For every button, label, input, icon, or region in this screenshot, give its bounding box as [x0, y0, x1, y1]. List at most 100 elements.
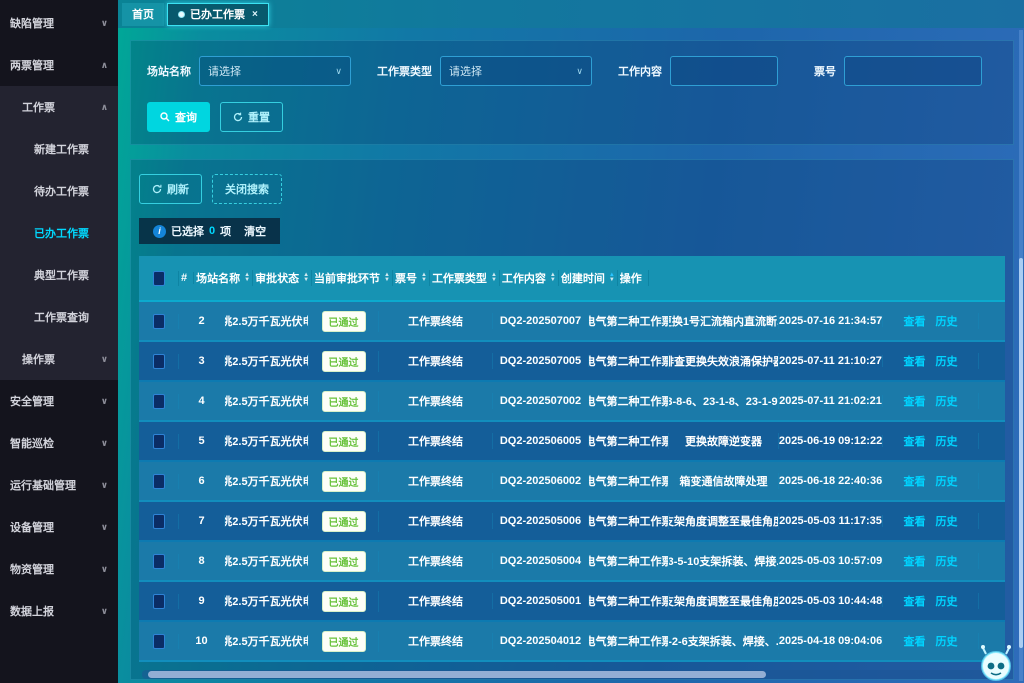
- history-link[interactable]: 历史: [936, 513, 958, 529]
- column-header[interactable]: #: [179, 272, 194, 284]
- row-actions: 查看 历史: [883, 633, 979, 649]
- sidebar-item[interactable]: 物资管理: [0, 548, 118, 590]
- vertical-scrollbar-thumb[interactable]: [1019, 258, 1023, 649]
- sidebar-item[interactable]: 已办工作票: [0, 212, 118, 254]
- row-checkbox[interactable]: [153, 314, 165, 329]
- column-header[interactable]: 审批状态 ▲▼: [253, 270, 312, 286]
- assistant-robot-icon[interactable]: [976, 641, 1016, 683]
- sidebar-item-label: 待办工作票: [34, 183, 89, 199]
- view-link[interactable]: 查看: [904, 633, 926, 649]
- tab-home[interactable]: 首页: [122, 3, 164, 26]
- selected-count: 0: [209, 225, 215, 237]
- ticket-type-select[interactable]: 请选择 ∨: [440, 56, 592, 86]
- row-checkbox[interactable]: [153, 554, 165, 569]
- column-header[interactable]: 场站名称 ▲▼: [194, 270, 253, 286]
- history-link[interactable]: 历史: [936, 553, 958, 569]
- row-checkbox[interactable]: [153, 354, 165, 369]
- column-header[interactable]: 工作内容 ▲▼: [500, 270, 559, 286]
- station-name: 临洮2.5万千瓦光伏电...: [225, 393, 309, 409]
- station-name-label: 场站名称: [147, 63, 191, 79]
- approval-step: 工作票终结: [379, 433, 493, 449]
- sidebar-item[interactable]: 待办工作票: [0, 170, 118, 212]
- column-header[interactable]: 工作票类型 ▲▼: [430, 270, 500, 286]
- column-header[interactable]: 当前审批环节 ▲▼: [312, 270, 393, 286]
- row-checkbox[interactable]: [153, 434, 165, 449]
- row-number: 9: [179, 595, 225, 607]
- view-link[interactable]: 查看: [904, 473, 926, 489]
- sidebar-item[interactable]: 操作票: [0, 338, 118, 380]
- sidebar-item[interactable]: 新建工作票: [0, 128, 118, 170]
- row-number: 4: [179, 395, 225, 407]
- view-link[interactable]: 查看: [904, 513, 926, 529]
- station-name: 临洮2.5万千瓦光伏电...: [225, 553, 309, 569]
- created-time: 2025-06-18 22:40:36: [779, 475, 883, 487]
- history-link[interactable]: 历史: [936, 593, 958, 609]
- row-checkbox[interactable]: [153, 594, 165, 609]
- view-link[interactable]: 查看: [904, 433, 926, 449]
- sidebar-item[interactable]: 两票管理: [0, 44, 118, 86]
- sidebar-item[interactable]: 缺陷管理: [0, 2, 118, 44]
- history-link[interactable]: 历史: [936, 633, 958, 649]
- row-checkbox[interactable]: [153, 474, 165, 489]
- sidebar-item[interactable]: 数据上报: [0, 590, 118, 632]
- station-name-select[interactable]: 请选择 ∨: [199, 56, 351, 86]
- created-time: 2025-07-11 21:10:27: [779, 355, 883, 367]
- approval-status-cell: 已通过: [309, 471, 379, 492]
- created-time: 2025-04-18 09:04:06: [779, 635, 883, 647]
- view-link[interactable]: 查看: [904, 593, 926, 609]
- chevron-icon: [98, 564, 108, 575]
- column-header[interactable]: 票号 ▲▼: [393, 270, 430, 286]
- close-search-button[interactable]: 关闭搜索: [212, 174, 282, 204]
- select-all-checkbox[interactable]: [153, 271, 165, 286]
- work-content: 4-2-6支架拆装、焊接、...: [669, 633, 779, 649]
- approval-step: 工作票终结: [379, 593, 493, 609]
- sidebar-item-label: 物资管理: [10, 561, 54, 577]
- approval-status-cell: 已通过: [309, 311, 379, 332]
- approval-step: 工作票终结: [379, 353, 493, 369]
- column-header-label: 当前审批环节: [314, 270, 380, 286]
- history-link[interactable]: 历史: [936, 433, 958, 449]
- view-link[interactable]: 查看: [904, 313, 926, 329]
- tab-close-icon[interactable]: ×: [252, 9, 258, 20]
- horizontal-scrollbar[interactable]: [142, 670, 1000, 679]
- ticket-type: 电气第二种工作票: [589, 633, 669, 649]
- sidebar-item[interactable]: 工作票: [0, 86, 118, 128]
- column-header[interactable]: 创建时间 ▲▼: [559, 270, 618, 286]
- ticket-number: DQ2-202504012: [493, 635, 589, 647]
- ticket-type: 电气第二种工作票: [589, 553, 669, 569]
- tab-done-tickets[interactable]: 已办工作票 ×: [167, 3, 269, 26]
- history-link[interactable]: 历史: [936, 313, 958, 329]
- horizontal-scrollbar-thumb[interactable]: [148, 671, 766, 678]
- row-checkbox[interactable]: [153, 634, 165, 649]
- view-link[interactable]: 查看: [904, 353, 926, 369]
- view-link[interactable]: 查看: [904, 553, 926, 569]
- sidebar-item[interactable]: 典型工作票: [0, 254, 118, 296]
- row-actions: 查看 历史: [883, 513, 979, 529]
- history-link[interactable]: 历史: [936, 393, 958, 409]
- sort-carets-icon: ▲▼: [491, 273, 497, 283]
- row-checkbox[interactable]: [153, 394, 165, 409]
- sidebar-item[interactable]: 运行基础管理: [0, 464, 118, 506]
- sidebar-item[interactable]: 安全管理: [0, 380, 118, 422]
- view-link[interactable]: 查看: [904, 393, 926, 409]
- sidebar-item-label: 数据上报: [10, 603, 54, 619]
- row-checkbox[interactable]: [153, 514, 165, 529]
- vertical-scrollbar[interactable]: [1019, 30, 1023, 681]
- sort-carets-icon: ▲▼: [384, 273, 390, 283]
- reset-button[interactable]: 重置: [220, 102, 283, 132]
- sidebar-item[interactable]: 智能巡检: [0, 422, 118, 464]
- clear-selection-link[interactable]: 清空: [244, 223, 266, 239]
- sidebar-item[interactable]: 设备管理: [0, 506, 118, 548]
- query-button[interactable]: 查询: [147, 102, 210, 132]
- station-name: 临洮2.5万千瓦光伏电...: [225, 353, 309, 369]
- ticket-number-input[interactable]: [844, 56, 982, 86]
- chevron-icon: [98, 60, 108, 71]
- column-header[interactable]: 操作: [618, 270, 649, 286]
- work-content-input[interactable]: [670, 56, 778, 86]
- refresh-button[interactable]: 刷新: [139, 174, 202, 204]
- table-row: 5 临洮2.5万千瓦光伏电... 已通过 工作票终结 DQ2-202506005…: [139, 422, 1005, 462]
- sidebar-item-label: 两票管理: [10, 57, 54, 73]
- history-link[interactable]: 历史: [936, 473, 958, 489]
- history-link[interactable]: 历史: [936, 353, 958, 369]
- sidebar-item[interactable]: 工作票查询: [0, 296, 118, 338]
